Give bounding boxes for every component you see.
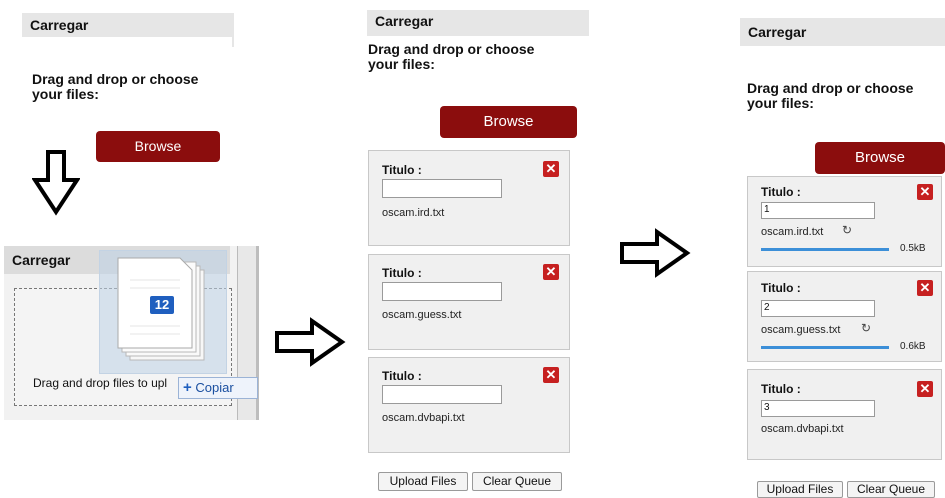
title-input[interactable] bbox=[382, 282, 502, 301]
panel-title: Carregar bbox=[375, 13, 434, 29]
panel-initial-right-border bbox=[232, 37, 234, 47]
arrow-right-icon bbox=[620, 228, 691, 278]
title-input[interactable]: 1 bbox=[761, 202, 875, 219]
browse-button[interactable]: Browse bbox=[96, 131, 220, 162]
queue-item: Titulo : ✕ oscam.ird.txt bbox=[368, 150, 570, 246]
upload-progress-bar bbox=[761, 248, 889, 251]
remove-icon[interactable]: ✕ bbox=[917, 381, 933, 397]
title-input[interactable] bbox=[382, 385, 502, 404]
queue-item: Titulo : ✕ 2 oscam.guess.txt ↻ 0.6kB bbox=[747, 271, 942, 362]
upload-files-button[interactable]: Upload Files bbox=[757, 481, 843, 498]
remove-icon[interactable]: ✕ bbox=[543, 161, 559, 177]
file-name: oscam.ird.txt bbox=[761, 226, 824, 238]
remove-icon[interactable]: ✕ bbox=[917, 280, 933, 296]
panel-title: Carregar bbox=[748, 24, 807, 40]
title-label: Titulo : bbox=[382, 266, 422, 280]
upload-files-button[interactable]: Upload Files bbox=[378, 472, 468, 491]
file-count-badge: 12 bbox=[150, 296, 174, 314]
copy-label: Copiar bbox=[195, 380, 234, 395]
arrow-down-icon bbox=[32, 150, 80, 216]
title-label: Titulo : bbox=[761, 281, 801, 295]
file-size: 0.6kB bbox=[900, 341, 926, 352]
file-name: oscam.dvbapi.txt bbox=[382, 412, 465, 424]
queue-item: Titulo : ✕ oscam.dvbapi.txt bbox=[368, 357, 570, 453]
title-label: Titulo : bbox=[382, 369, 422, 383]
browse-button[interactable]: Browse bbox=[815, 142, 945, 174]
drop-prompt: Drag and drop or choose your files: bbox=[32, 71, 199, 102]
panel-uploading-header: Carregar bbox=[740, 18, 945, 46]
remove-icon[interactable]: ✕ bbox=[543, 264, 559, 280]
panel-initial-header: Carregar bbox=[22, 13, 234, 37]
arrow-right-icon bbox=[275, 317, 346, 367]
file-size: 0.5kB bbox=[900, 243, 926, 254]
queue-item: Titulo : ✕ 3 oscam.dvbapi.txt bbox=[747, 369, 942, 460]
remove-icon[interactable]: ✕ bbox=[917, 184, 933, 200]
panel-title: Carregar bbox=[30, 17, 89, 33]
clear-queue-button[interactable]: Clear Queue bbox=[847, 481, 935, 498]
browse-button[interactable]: Browse bbox=[440, 106, 577, 138]
panel-title: Carregar bbox=[12, 252, 71, 268]
plus-icon: + bbox=[183, 379, 192, 396]
title-input[interactable] bbox=[382, 179, 502, 198]
title-label: Titulo : bbox=[382, 163, 422, 177]
queue-item: Titulo : ✕ 1 oscam.ird.txt ↻ 0.5kB bbox=[747, 176, 942, 267]
drop-prompt: Drag and drop or choose your files: bbox=[368, 41, 535, 72]
drop-prompt: Drag and drop or choose your files: bbox=[747, 80, 914, 111]
file-name: oscam.guess.txt bbox=[382, 309, 462, 321]
drop-zone-hint: Drag and drop files to upl bbox=[33, 376, 168, 390]
upload-progress-bar bbox=[761, 346, 889, 349]
title-label: Titulo : bbox=[761, 382, 801, 396]
title-input[interactable]: 2 bbox=[761, 300, 875, 317]
refresh-icon[interactable]: ↻ bbox=[842, 223, 852, 237]
title-input[interactable]: 3 bbox=[761, 400, 875, 417]
queue-item: Titulo : ✕ oscam.guess.txt bbox=[368, 254, 570, 350]
clear-queue-button[interactable]: Clear Queue bbox=[472, 472, 562, 491]
remove-icon[interactable]: ✕ bbox=[543, 367, 559, 383]
file-name: oscam.dvbapi.txt bbox=[761, 423, 844, 435]
copy-tooltip: + Copiar bbox=[178, 377, 258, 399]
file-name: oscam.guess.txt bbox=[761, 324, 841, 336]
refresh-icon[interactable]: ↻ bbox=[861, 321, 871, 335]
panel-queue-header: Carregar bbox=[367, 10, 589, 36]
file-name: oscam.ird.txt bbox=[382, 207, 445, 219]
title-label: Titulo : bbox=[761, 185, 801, 199]
